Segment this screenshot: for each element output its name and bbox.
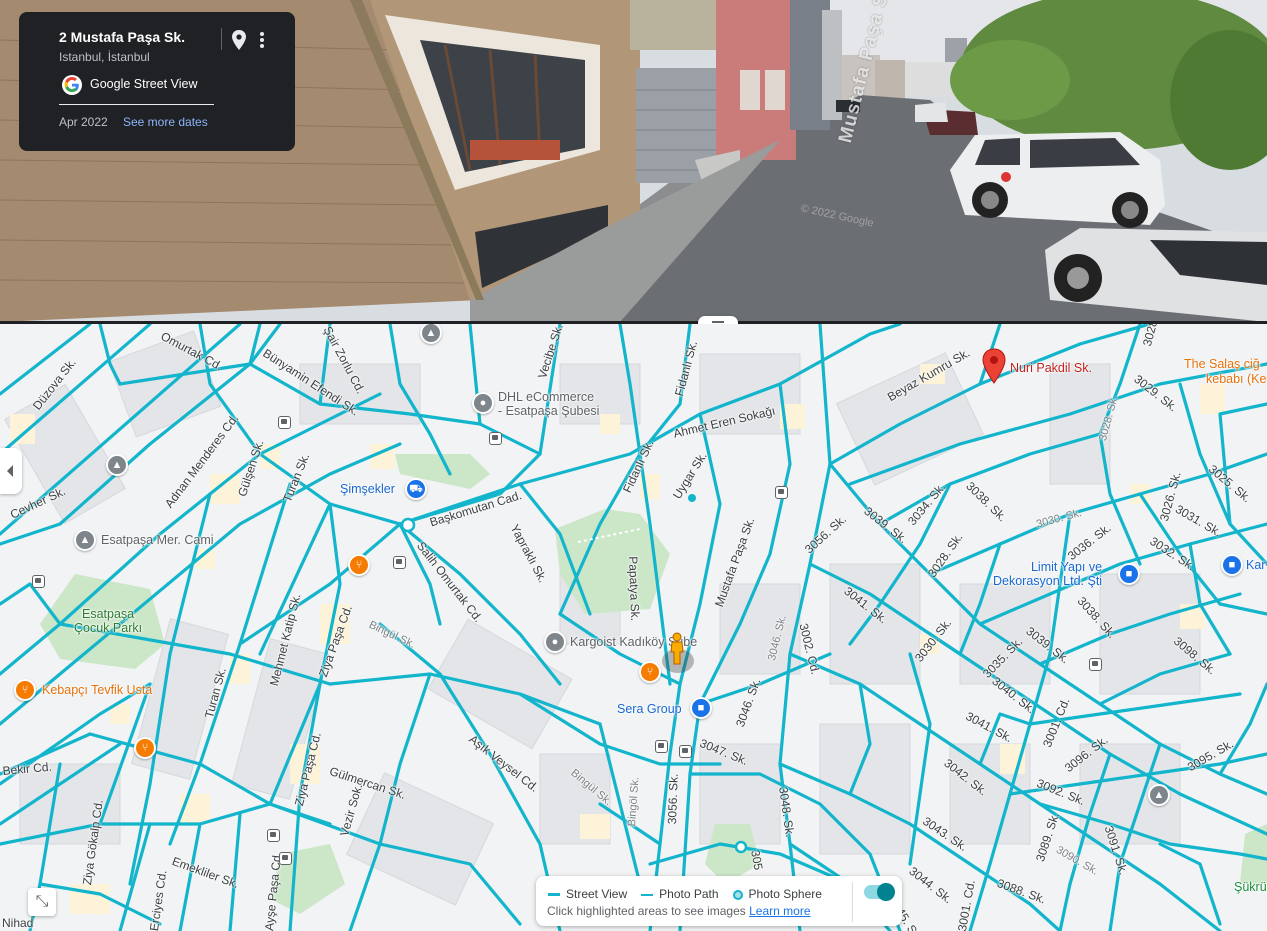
restaurant-icon[interactable]: ⑂	[134, 737, 156, 759]
legend-hint-row: Click highlighted areas to see images Le…	[547, 904, 811, 918]
poi-dhl[interactable]: DHL eCommerce - Esatpaşa Şubesi	[498, 390, 599, 418]
bus-stop-icon[interactable]	[267, 829, 280, 842]
poi-park[interactable]: Esatpaşa Çocuk Parkı	[74, 607, 142, 635]
poi-kebapci[interactable]: Kebapçı Tevfik Usta	[42, 683, 152, 697]
lock-pin-icon[interactable]: ■	[1221, 554, 1243, 576]
bus-stop-icon[interactable]	[279, 852, 292, 865]
map-view[interactable]: Düzova Sk. Omurtak Cd. Bünyamin Efendi S…	[0, 324, 1267, 931]
street-view-swatch	[548, 893, 560, 897]
coverage-legend: Street View Photo Path Photo Sphere Click …	[536, 876, 902, 926]
restaurant-icon[interactable]: ⑂	[639, 661, 661, 683]
learn-more-link[interactable]: Learn more	[749, 904, 810, 918]
pegman-icon[interactable]	[669, 632, 685, 666]
location-pin-icon[interactable]	[229, 28, 249, 52]
address-city: Istanbul, İstanbul	[59, 50, 150, 64]
poi-limit-yapi[interactable]: Limit Yapı ve Dekorasyon Ltd. Şti	[993, 560, 1102, 588]
photo-path-swatch	[641, 893, 654, 896]
lock-pin-icon[interactable]: ■	[1118, 563, 1140, 585]
poi-cami[interactable]: Esatpaşa Mer. Cami	[101, 533, 214, 547]
poi-sera[interactable]: Sera Group	[617, 702, 682, 716]
map-canvas	[0, 324, 1267, 931]
coverage-toggle[interactable]	[864, 883, 895, 901]
google-logo-icon	[62, 75, 82, 95]
legend-street-view: Street View	[566, 887, 628, 901]
location-marker-icon[interactable]	[981, 348, 1007, 384]
bus-stop-icon[interactable]	[489, 432, 502, 445]
legend-photo-path: Photo Path	[659, 887, 719, 901]
bus-stop-icon[interactable]	[278, 416, 291, 429]
photo-sphere-swatch	[732, 889, 743, 900]
legend-hint: Click highlighted areas to see images	[547, 904, 746, 918]
shop-pin-icon[interactable]: ●	[472, 392, 494, 414]
legend-photo-sphere: Photo Sphere	[748, 887, 822, 901]
school-icon[interactable]: ▲	[1148, 784, 1170, 806]
school-icon[interactable]: ▲	[106, 454, 128, 476]
restaurant-icon[interactable]: ⑂	[14, 679, 36, 701]
street-view-info-card: 2 Mustafa Paşa Sk. Istanbul, İstanbul Go…	[19, 12, 295, 151]
card-divider	[221, 28, 222, 50]
card-separator	[59, 104, 214, 105]
shopping-cart-icon[interactable]: ⛟	[405, 478, 427, 500]
bus-stop-icon[interactable]	[655, 740, 668, 753]
chevron-left-icon[interactable]	[0, 448, 22, 494]
bus-stop-icon[interactable]	[775, 486, 788, 499]
bus-stop-icon[interactable]	[393, 556, 406, 569]
legend-divider	[852, 882, 853, 922]
poi-salas[interactable]: The Salaş ciğ kebabı (Ke	[1184, 357, 1266, 387]
street-label: 3056. Sk.	[665, 773, 681, 825]
more-vert-icon[interactable]	[254, 28, 270, 52]
shop-pin-icon[interactable]: ●	[544, 631, 566, 653]
capture-date: Apr 2022	[59, 115, 108, 129]
street-label: Papatya Sk.	[626, 556, 643, 622]
poi-simsekler[interactable]: Şimşekler	[340, 482, 395, 496]
bus-stop-icon[interactable]	[1089, 658, 1102, 671]
see-more-dates-link[interactable]: See more dates	[123, 115, 208, 129]
poi-nuri-pakdil[interactable]: Nuri Pakdil Sk.	[1010, 361, 1092, 375]
poi-kar[interactable]: Kar	[1246, 558, 1265, 572]
street-label: Nihad	[2, 916, 34, 930]
bus-stop-icon[interactable]	[32, 575, 45, 588]
bus-stop-icon[interactable]	[679, 745, 692, 758]
lock-pin-icon[interactable]: ■	[690, 697, 712, 719]
mosque-icon[interactable]: ▲	[74, 529, 96, 551]
address-title: 2 Mustafa Paşa Sk.	[59, 29, 186, 45]
service-name: Google Street View	[90, 77, 198, 91]
legend-items: Street View Photo Path Photo Sphere	[548, 887, 822, 901]
poi-sukru[interactable]: Şükrü	[1234, 880, 1267, 894]
restaurant-icon[interactable]: ⑂	[348, 554, 370, 576]
collapse-map-icon[interactable]: ⤡	[28, 888, 56, 916]
